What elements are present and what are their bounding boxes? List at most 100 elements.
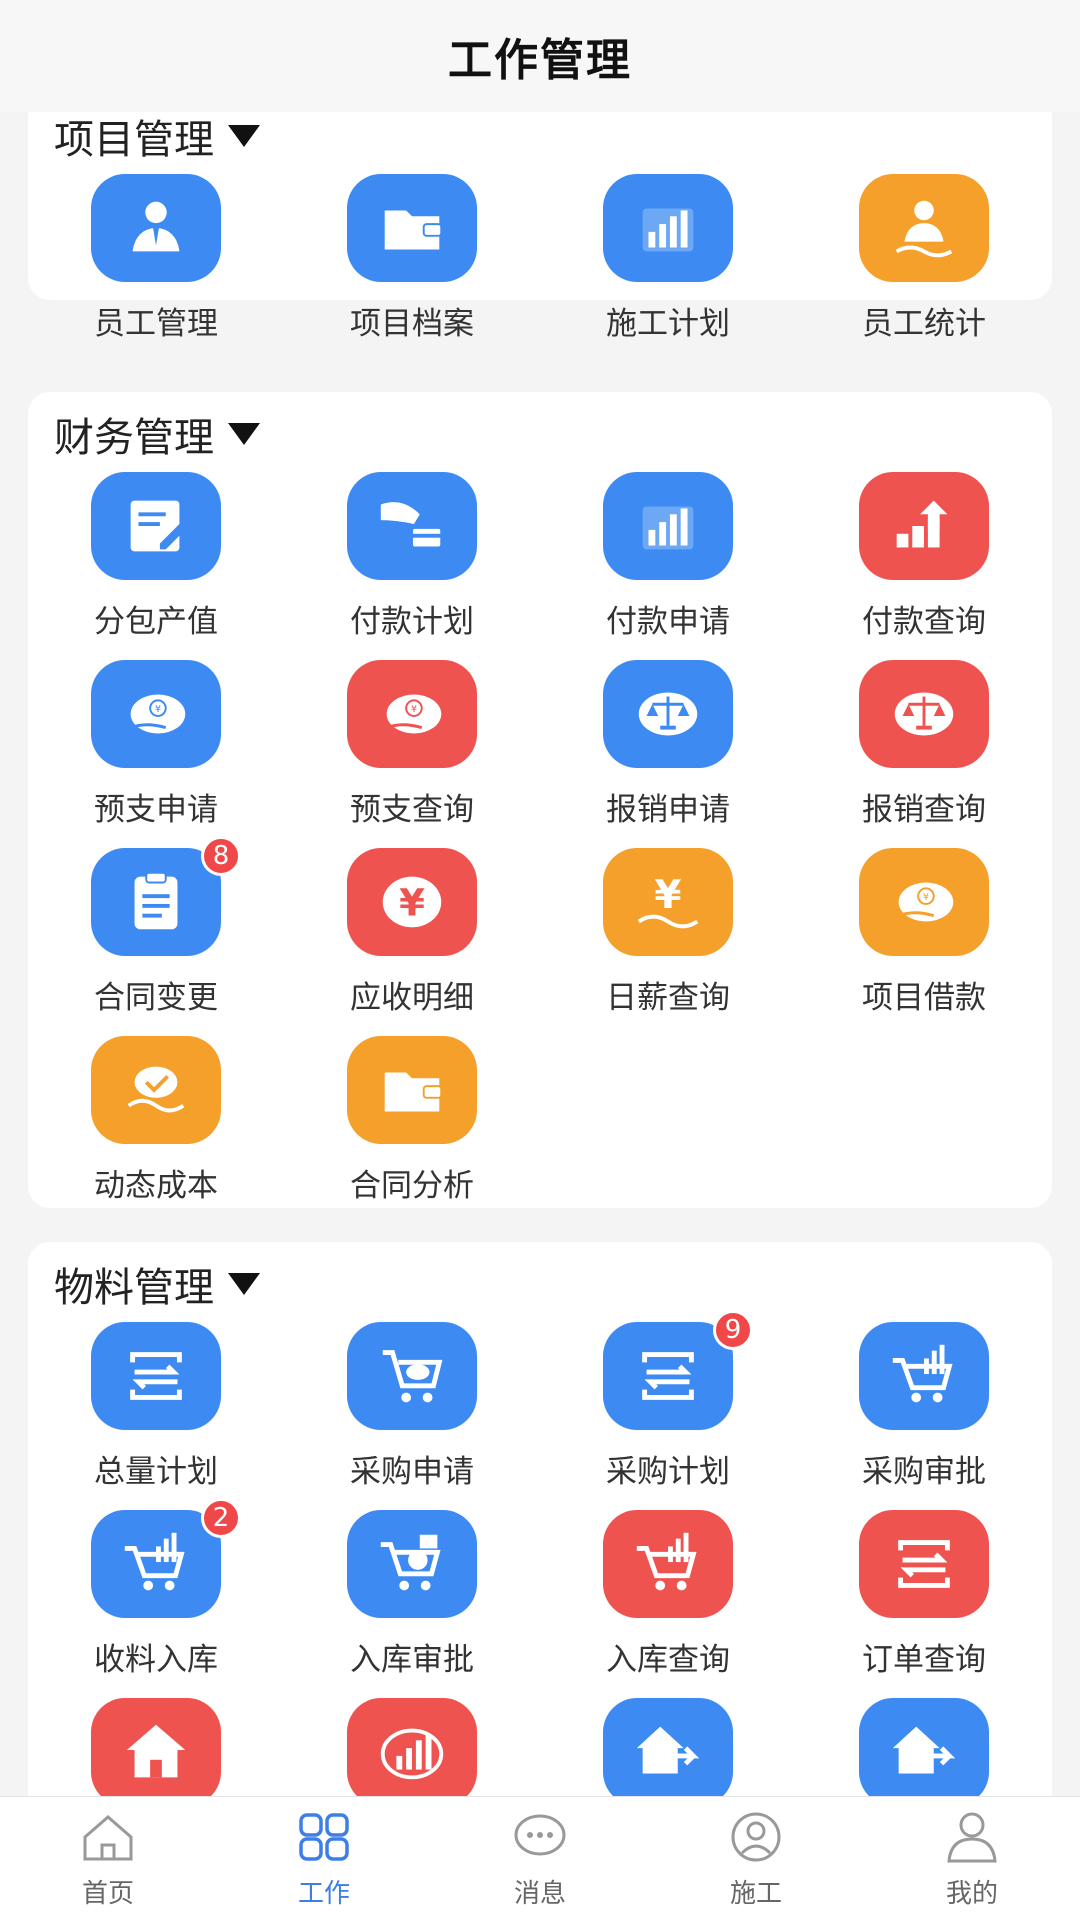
home-icon bbox=[77, 1809, 139, 1869]
tile-coins-growth-icon[interactable]: 付款查询 bbox=[796, 472, 1052, 660]
cart-chart-icon bbox=[859, 1322, 989, 1430]
caret-down-icon bbox=[228, 1273, 260, 1295]
coins-growth-icon bbox=[859, 472, 989, 580]
tile-yen-wave-icon[interactable]: ¥ 日薪查询 bbox=[540, 848, 796, 1036]
hand-yen-icon: ¥ bbox=[347, 660, 477, 768]
tile-cart-chart-icon[interactable]: 采购审批 bbox=[796, 1322, 1052, 1510]
tile-label: 项目借款 bbox=[862, 980, 986, 1016]
grid-icon bbox=[293, 1809, 355, 1869]
bar-chart-icon bbox=[603, 472, 733, 580]
svg-text:¥: ¥ bbox=[923, 892, 929, 903]
tile-label: 施工计划 bbox=[606, 306, 730, 342]
section-project: 项目管理 员工管理 项目档案 施工计划 员工统计 bbox=[28, 112, 1052, 342]
notification-badge: 8 bbox=[201, 836, 241, 876]
tile-label: 员工统计 bbox=[862, 306, 986, 342]
yen-wave-icon: ¥ bbox=[603, 848, 733, 956]
section-title[interactable]: 物料管理 bbox=[54, 1252, 260, 1316]
tile-hand-yen-icon[interactable]: ¥ 预支查询 bbox=[284, 660, 540, 848]
balance-scale-icon bbox=[603, 660, 733, 768]
tile-label: 日薪查询 bbox=[606, 980, 730, 1016]
tile-label: 总量计划 bbox=[94, 1454, 218, 1490]
tile-folder-icon[interactable]: 项目档案 bbox=[284, 174, 540, 362]
cart-box-icon bbox=[347, 1510, 477, 1618]
section-material: 物料管理 总量计划 采购申请 9 采购计划 采购审批 2 收料入库 入库审批 入库查询 订单查询 bbox=[28, 1242, 1052, 1796]
caret-down-icon bbox=[228, 125, 260, 147]
tile-balance-scale-icon[interactable]: 报销申请 bbox=[540, 660, 796, 848]
tile-card-payment-icon[interactable]: 付款计划 bbox=[284, 472, 540, 660]
worker-icon bbox=[725, 1809, 787, 1869]
tile-transfer-icon[interactable]: 订单查询 bbox=[796, 1510, 1052, 1698]
section-title[interactable]: 项目管理 bbox=[54, 112, 260, 168]
tile-cart-chart-icon[interactable]: 入库查询 bbox=[540, 1510, 796, 1698]
tile-label: 应收明细 bbox=[350, 980, 474, 1016]
tile-label: 付款查询 bbox=[862, 604, 986, 640]
tab-label: 首页 bbox=[81, 1879, 134, 1909]
person-tie-icon bbox=[91, 174, 221, 282]
notification-badge: 2 bbox=[201, 1498, 241, 1538]
chat-icon bbox=[509, 1809, 571, 1869]
tab-chat[interactable]: 消息 bbox=[432, 1797, 648, 1921]
tab-worker[interactable]: 施工 bbox=[648, 1797, 864, 1921]
tile-house-icon[interactable] bbox=[28, 1698, 284, 1796]
tile-label: 入库查询 bbox=[606, 1642, 730, 1678]
tab-user[interactable]: 我的 bbox=[864, 1797, 1080, 1921]
check-wave-icon bbox=[91, 1036, 221, 1144]
bar-chart-icon bbox=[603, 174, 733, 282]
tile-label: 入库审批 bbox=[350, 1642, 474, 1678]
tile-label: 项目档案 bbox=[350, 306, 474, 342]
tile-label: 员工管理 bbox=[94, 306, 218, 342]
page-title: 工作管理 bbox=[448, 35, 632, 86]
section-finance: 财务管理 分包产值 付款计划 付款申请 付款查询 ¥ 预支申请 ¥ 预支查询 报销申请 报销查询 8… bbox=[28, 392, 1052, 1208]
house-arrow-icon bbox=[859, 1698, 989, 1796]
cart-icon bbox=[347, 1322, 477, 1430]
card-payment-icon bbox=[347, 472, 477, 580]
tile-edit-icon[interactable]: 分包产值 bbox=[28, 472, 284, 660]
tab-label: 施工 bbox=[729, 1879, 782, 1909]
transfer-icon bbox=[859, 1510, 989, 1618]
tile-bar-chart-icon[interactable]: 施工计划 bbox=[540, 174, 796, 362]
tile-cart-chart-icon[interactable]: 2 收料入库 bbox=[28, 1498, 284, 1698]
house-icon bbox=[91, 1698, 221, 1796]
tile-hand-yen-icon[interactable]: ¥ 项目借款 bbox=[796, 848, 1052, 1036]
tile-transfer-icon[interactable]: 9 采购计划 bbox=[540, 1310, 796, 1510]
chart-circle-icon bbox=[347, 1698, 477, 1796]
hand-yen-icon: ¥ bbox=[91, 660, 221, 768]
house-arrow-icon bbox=[603, 1698, 733, 1796]
tile-house-arrow-icon[interactable] bbox=[796, 1698, 1052, 1796]
tile-label: 报销查询 bbox=[862, 792, 986, 828]
tile-label: 付款申请 bbox=[606, 604, 730, 640]
tile-label: 收料入库 bbox=[94, 1642, 218, 1678]
person-stats-icon bbox=[859, 174, 989, 282]
tile-person-tie-icon[interactable]: 员工管理 bbox=[28, 174, 284, 362]
tile-clipboard-icon[interactable]: 8 合同变更 bbox=[28, 836, 284, 1036]
tile-balance-scale-icon[interactable]: 报销查询 bbox=[796, 660, 1052, 848]
cart-chart-icon bbox=[603, 1510, 733, 1618]
tile-yen-icon[interactable]: ¥ 应收明细 bbox=[284, 848, 540, 1036]
tab-grid[interactable]: 工作 bbox=[216, 1797, 432, 1921]
tile-chart-circle-icon[interactable] bbox=[284, 1698, 540, 1796]
transfer-icon bbox=[91, 1322, 221, 1430]
tile-check-wave-icon[interactable]: 动态成本 bbox=[28, 1036, 284, 1224]
tile-label: 报销申请 bbox=[606, 792, 730, 828]
tile-cart-box-icon[interactable]: 入库审批 bbox=[284, 1510, 540, 1698]
tile-label: 采购审批 bbox=[862, 1454, 986, 1490]
balance-scale-icon bbox=[859, 660, 989, 768]
tile-folder-icon[interactable]: 合同分析 bbox=[284, 1036, 540, 1224]
section-title[interactable]: 财务管理 bbox=[54, 402, 260, 466]
tile-label: 预支申请 bbox=[94, 792, 218, 828]
app-header: 工作管理 bbox=[0, 0, 1080, 112]
tile-person-stats-icon[interactable]: 员工统计 bbox=[796, 174, 1052, 362]
tile-house-arrow-icon[interactable] bbox=[540, 1698, 796, 1796]
tile-transfer-icon[interactable]: 总量计划 bbox=[28, 1322, 284, 1510]
content-scroll[interactable]: 项目管理 员工管理 项目档案 施工计划 员工统计 财务管理 分包产值 付款计划 付款申请 付… bbox=[0, 112, 1080, 1796]
tile-hand-yen-icon[interactable]: ¥ 预支申请 bbox=[28, 660, 284, 848]
svg-text:¥: ¥ bbox=[411, 704, 417, 715]
caret-down-icon bbox=[228, 423, 260, 445]
tile-label: 付款计划 bbox=[350, 604, 474, 640]
tile-cart-icon[interactable]: 采购申请 bbox=[284, 1322, 540, 1510]
tab-home[interactable]: 首页 bbox=[0, 1797, 216, 1921]
svg-text:¥: ¥ bbox=[654, 873, 681, 918]
tile-label: 预支查询 bbox=[350, 792, 474, 828]
folder-icon bbox=[347, 1036, 477, 1144]
tile-bar-chart-icon[interactable]: 付款申请 bbox=[540, 472, 796, 660]
